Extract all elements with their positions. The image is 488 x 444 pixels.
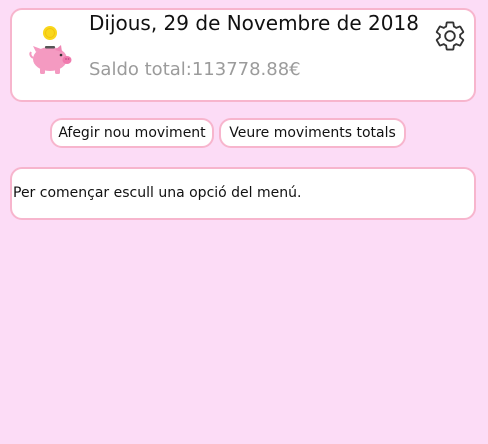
piggy-bank-icon — [29, 26, 72, 74]
header-card: Dijous, 29 de Novembre de 2018 Saldo tot… — [10, 8, 476, 102]
add-movement-button[interactable]: Afegir nou moviment — [50, 118, 214, 148]
total-balance: Saldo total:113778.88€ — [89, 59, 301, 80]
current-date: Dijous, 29 de Novembre de 2018 — [89, 11, 419, 35]
view-movements-button[interactable]: Veure moviments totals — [219, 118, 406, 148]
gear-icon[interactable] — [433, 19, 467, 53]
message-panel: Per començar escull una opció del menú. — [10, 167, 476, 220]
welcome-message: Per començar escull una opció del menú. — [13, 185, 302, 201]
